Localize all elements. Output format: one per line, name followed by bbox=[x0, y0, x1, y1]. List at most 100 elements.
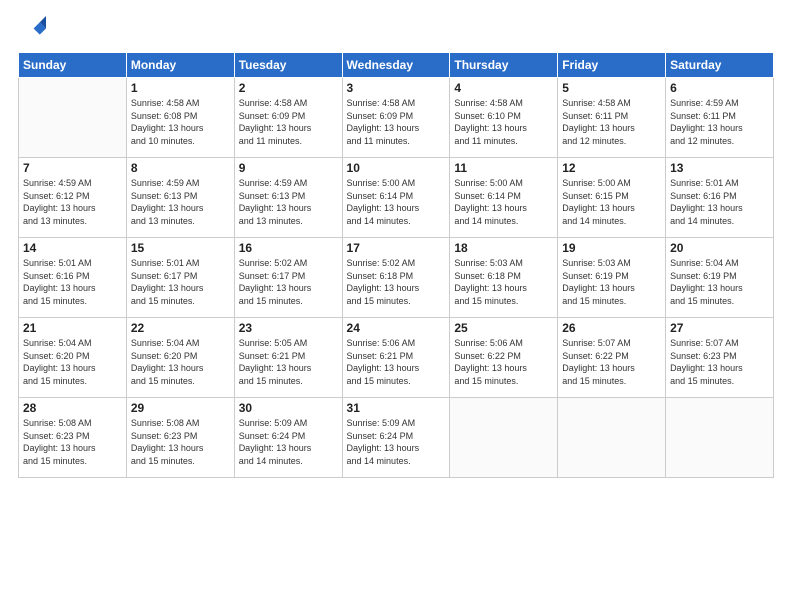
table-row bbox=[450, 398, 558, 478]
cell-info: Sunrise: 5:06 AMSunset: 6:21 PMDaylight:… bbox=[347, 337, 446, 387]
cell-info: Sunrise: 5:04 AMSunset: 6:20 PMDaylight:… bbox=[131, 337, 230, 387]
header-row: SundayMondayTuesdayWednesdayThursdayFrid… bbox=[19, 53, 774, 78]
day-number: 7 bbox=[23, 161, 122, 175]
cell-info: Sunrise: 5:00 AMSunset: 6:15 PMDaylight:… bbox=[562, 177, 661, 227]
cell-info: Sunrise: 4:59 AMSunset: 6:13 PMDaylight:… bbox=[131, 177, 230, 227]
day-number: 13 bbox=[670, 161, 769, 175]
cell-info: Sunrise: 4:59 AMSunset: 6:13 PMDaylight:… bbox=[239, 177, 338, 227]
header-cell-tuesday: Tuesday bbox=[234, 53, 342, 78]
week-row-0: 1 Sunrise: 4:58 AMSunset: 6:08 PMDaylight… bbox=[19, 78, 774, 158]
table-row: 25 Sunrise: 5:06 AMSunset: 6:22 PMDayligh… bbox=[450, 318, 558, 398]
day-number: 29 bbox=[131, 401, 230, 415]
table-row: 18Sunrise: 5:03 AMSunset: 6:18 PMDayligh… bbox=[450, 238, 558, 318]
header-cell-monday: Monday bbox=[126, 53, 234, 78]
table-row: 3 Sunrise: 4:58 AMSunset: 6:09 PMDaylight… bbox=[342, 78, 450, 158]
cell-info: Sunrise: 5:03 AMSunset: 6:19 PMDaylight:… bbox=[562, 257, 661, 307]
table-row: 2Sunrise: 4:58 AMSunset: 6:09 PMDaylight… bbox=[234, 78, 342, 158]
day-number: 10 bbox=[347, 161, 446, 175]
cell-info: Sunrise: 5:01 AMSunset: 6:16 PMDaylight:… bbox=[23, 257, 122, 307]
cell-info: Sunrise: 5:09 AMSunset: 6:24 PMDaylight:… bbox=[239, 417, 338, 467]
table-row: 6Sunrise: 4:59 AMSunset: 6:11 PMDaylight… bbox=[666, 78, 774, 158]
day-number: 24 bbox=[347, 321, 446, 335]
day-number: 28 bbox=[23, 401, 122, 415]
cell-info: Sunrise: 4:59 AMSunset: 6:11 PMDaylight:… bbox=[670, 97, 769, 147]
cell-info: Sunrise: 5:00 AMSunset: 6:14 PMDaylight:… bbox=[454, 177, 553, 227]
day-number: 11 bbox=[454, 161, 553, 175]
header-cell-friday: Friday bbox=[558, 53, 666, 78]
table-row: 28Sunrise: 5:08 AMSunset: 6:23 PMDayligh… bbox=[19, 398, 127, 478]
cell-info: Sunrise: 5:02 AMSunset: 6:17 PMDaylight:… bbox=[239, 257, 338, 307]
header bbox=[18, 16, 774, 44]
day-number: 19 bbox=[562, 241, 661, 255]
day-number: 9 bbox=[239, 161, 338, 175]
table-row: 23 Sunrise: 5:05 AMSunset: 6:21 PMDayligh… bbox=[234, 318, 342, 398]
table-row: 16 Sunrise: 5:02 AMSunset: 6:17 PMDayligh… bbox=[234, 238, 342, 318]
header-cell-wednesday: Wednesday bbox=[342, 53, 450, 78]
day-number: 8 bbox=[131, 161, 230, 175]
day-number: 3 bbox=[347, 81, 446, 95]
table-row bbox=[558, 398, 666, 478]
cell-info: Sunrise: 5:03 AMSunset: 6:18 PMDaylight:… bbox=[454, 257, 553, 307]
day-number: 1 bbox=[131, 81, 230, 95]
cell-info: Sunrise: 5:06 AMSunset: 6:22 PMDaylight:… bbox=[454, 337, 553, 387]
week-row-1: 7 Sunrise: 4:59 AMSunset: 6:12 PMDaylight… bbox=[19, 158, 774, 238]
cell-info: Sunrise: 4:59 AMSunset: 6:12 PMDaylight:… bbox=[23, 177, 122, 227]
cell-info: Sunrise: 4:58 AMSunset: 6:09 PMDaylight:… bbox=[347, 97, 446, 147]
table-row: 11 Sunrise: 5:00 AMSunset: 6:14 PMDayligh… bbox=[450, 158, 558, 238]
day-number: 21 bbox=[23, 321, 122, 335]
week-row-4: 28 Sunrise: 5:08 AMSunset: 6:23 PMDayligh… bbox=[19, 398, 774, 478]
table-row: 30 Sunrise: 5:09 AMSunset: 6:24 PMDayligh… bbox=[234, 398, 342, 478]
day-number: 5 bbox=[562, 81, 661, 95]
day-number: 15 bbox=[131, 241, 230, 255]
table-row: 29 Sunrise: 5:08 AMSunset: 6:23 PMDayligh… bbox=[126, 398, 234, 478]
week-row-2: 14 Sunrise: 5:01 AMSunset: 6:16 PMDayligh… bbox=[19, 238, 774, 318]
day-number: 26 bbox=[562, 321, 661, 335]
day-number: 20 bbox=[670, 241, 769, 255]
table-row: 31 Sunrise: 5:09 AMSunset: 6:24 PMDayligh… bbox=[342, 398, 450, 478]
table-row: 1 Sunrise: 4:58 AMSunset: 6:08 PMDaylight… bbox=[126, 78, 234, 158]
header-cell-sunday: Sunday bbox=[19, 53, 127, 78]
table-row: 26 Sunrise: 5:07 AMSunset: 6:22 PMDayligh… bbox=[558, 318, 666, 398]
cell-info: Sunrise: 5:08 AMSunset: 6:23 PMDaylight:… bbox=[131, 417, 230, 467]
day-number: 31 bbox=[347, 401, 446, 415]
day-number: 23 bbox=[239, 321, 338, 335]
table-row bbox=[19, 78, 127, 158]
cell-info: Sunrise: 5:09 AMSunset: 6:24 PMDaylight:… bbox=[347, 417, 446, 467]
day-number: 22 bbox=[131, 321, 230, 335]
cell-info: Sunrise: 5:00 AMSunset: 6:14 PMDaylight:… bbox=[347, 177, 446, 227]
cell-info: Sunrise: 4:58 AMSunset: 6:11 PMDaylight:… bbox=[562, 97, 661, 147]
table-row: 5 Sunrise: 4:58 AMSunset: 6:11 PMDaylight… bbox=[558, 78, 666, 158]
cell-info: Sunrise: 5:07 AMSunset: 6:22 PMDaylight:… bbox=[562, 337, 661, 387]
logo bbox=[18, 16, 50, 44]
day-number: 2 bbox=[239, 81, 338, 95]
table-row: 14 Sunrise: 5:01 AMSunset: 6:16 PMDayligh… bbox=[19, 238, 127, 318]
day-number: 27 bbox=[670, 321, 769, 335]
cell-info: Sunrise: 5:01 AMSunset: 6:16 PMDaylight:… bbox=[670, 177, 769, 227]
table-row: 24 Sunrise: 5:06 AMSunset: 6:21 PMDayligh… bbox=[342, 318, 450, 398]
cell-info: Sunrise: 5:04 AMSunset: 6:20 PMDaylight:… bbox=[23, 337, 122, 387]
table-row: 10 Sunrise: 5:00 AMSunset: 6:14 PMDayligh… bbox=[342, 158, 450, 238]
table-row: 27 Sunrise: 5:07 AMSunset: 6:23 PMDayligh… bbox=[666, 318, 774, 398]
cell-info: Sunrise: 5:05 AMSunset: 6:21 PMDaylight:… bbox=[239, 337, 338, 387]
day-number: 12 bbox=[562, 161, 661, 175]
table-row bbox=[666, 398, 774, 478]
cell-info: Sunrise: 5:07 AMSunset: 6:23 PMDaylight:… bbox=[670, 337, 769, 387]
day-number: 14 bbox=[23, 241, 122, 255]
cell-info: Sunrise: 5:01 AMSunset: 6:17 PMDaylight:… bbox=[131, 257, 230, 307]
table-row: 12 Sunrise: 5:00 AMSunset: 6:15 PMDayligh… bbox=[558, 158, 666, 238]
day-number: 25 bbox=[454, 321, 553, 335]
table-row: 8 Sunrise: 4:59 AMSunset: 6:13 PMDaylight… bbox=[126, 158, 234, 238]
calendar-body: 1 Sunrise: 4:58 AMSunset: 6:08 PMDaylight… bbox=[19, 78, 774, 478]
cell-info: Sunrise: 4:58 AMSunset: 6:08 PMDaylight:… bbox=[131, 97, 230, 147]
page-container: SundayMondayTuesdayWednesdayThursdayFrid… bbox=[0, 0, 792, 612]
logo-icon bbox=[18, 16, 46, 44]
day-number: 4 bbox=[454, 81, 553, 95]
day-number: 30 bbox=[239, 401, 338, 415]
week-row-3: 21 Sunrise: 5:04 AMSunset: 6:20 PMDayligh… bbox=[19, 318, 774, 398]
cell-info: Sunrise: 5:02 AMSunset: 6:18 PMDaylight:… bbox=[347, 257, 446, 307]
table-row: 20Sunrise: 5:04 AMSunset: 6:19 PMDayligh… bbox=[666, 238, 774, 318]
cell-info: Sunrise: 4:58 AMSunset: 6:10 PMDaylight:… bbox=[454, 97, 553, 147]
day-number: 16 bbox=[239, 241, 338, 255]
table-row: 17 Sunrise: 5:02 AMSunset: 6:18 PMDayligh… bbox=[342, 238, 450, 318]
day-number: 17 bbox=[347, 241, 446, 255]
